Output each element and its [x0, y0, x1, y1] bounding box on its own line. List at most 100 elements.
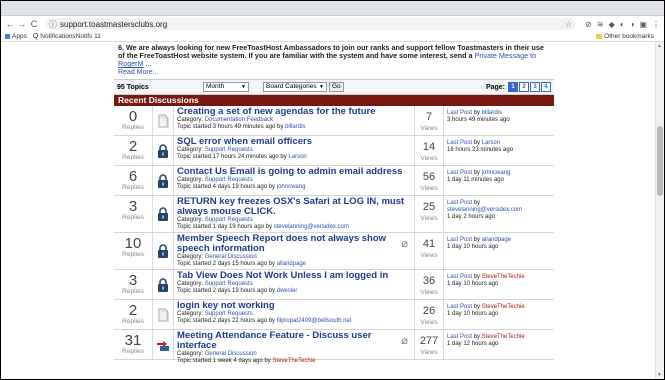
period-select[interactable]: Month ▼ [203, 82, 249, 92]
starter-link[interactable]: SteveTheTechie [272, 358, 315, 364]
views-cell: 7 Views [415, 106, 444, 135]
topic-title-link[interactable]: RETURN key freezes OSX's Safari at LOG I… [177, 197, 411, 217]
topic-title-link[interactable]: Contact Us Email is going to admin email… [177, 167, 411, 177]
private-message-link[interactable]: Private Message to [475, 51, 537, 60]
go-button[interactable]: Go [329, 82, 344, 92]
extension-icon[interactable]: ⊘ [585, 20, 592, 29]
last-poster-link[interactable]: SteveTheTechie [482, 274, 525, 280]
announcement-ellipsis: ... [145, 59, 152, 68]
forward-icon[interactable]: → [17, 19, 27, 29]
last-poster-link[interactable]: billardis [482, 110, 502, 116]
last-post-link[interactable]: Last Post [447, 334, 472, 340]
topic-row: 2 Replies login key not working Category: S… [114, 300, 554, 330]
other-bookmarks[interactable]: Other bookmarks [596, 33, 654, 40]
attachment-icon: ⌀ [401, 335, 408, 347]
starter-link[interactable]: johncwang [277, 184, 306, 190]
starter-link[interactable]: stevelanning@versidex.com [274, 224, 349, 230]
starter-link[interactable]: Larson [288, 154, 306, 160]
last-post-info: Last Post by stevelanning@versidex.com [447, 200, 551, 214]
url-text: support.toastmastersclubs.org [60, 19, 168, 29]
topic-category: Category: Support Requests [177, 311, 411, 318]
page-4-button[interactable]: 4 [541, 82, 551, 92]
topic-title-link[interactable]: Member Speech Report does not always sho… [177, 234, 411, 254]
starter-link[interactable]: billardis [285, 124, 305, 130]
extension-icon-2[interactable]: ≋ [597, 20, 604, 29]
last-poster-link[interactable]: stevelanning@versidex.com [447, 207, 522, 213]
last-poster-link[interactable]: SteveTheTechie [482, 334, 525, 340]
last-poster-link[interactable]: allandpage [482, 237, 511, 243]
last-post-time: 1 day 12 hours ago [447, 341, 499, 347]
bookmark-notifications[interactable]: Q NotificationsNotifs 11 [33, 33, 101, 40]
topic-title-link[interactable]: SQL error when email officers [177, 137, 411, 147]
extension-icon-3[interactable]: ◆ [609, 20, 615, 29]
category-link[interactable]: Documentation Feedback [205, 117, 273, 123]
views-cell: 26 Views [415, 300, 444, 329]
started-text: Topic started 1 day 19 hours ago by [177, 224, 273, 230]
bookmark-label: Apps [12, 33, 27, 40]
back-icon[interactable]: ← [5, 19, 15, 29]
replies-label: Replies [122, 251, 144, 258]
last-post-cell: Last Post by stevelanning@versidex.com 1 … [444, 196, 554, 232]
extension-icon-5[interactable]: ◑ [630, 20, 635, 29]
last-post-link[interactable]: Last Post [447, 304, 472, 310]
bookmark-apps[interactable]: Apps [5, 33, 27, 40]
by-label: by [473, 200, 481, 206]
starter-link[interactable]: filpropat2409@bellsouth.net [277, 318, 352, 324]
last-poster-link[interactable]: johncwang [482, 170, 511, 176]
reload-icon[interactable]: C [29, 19, 39, 29]
info-icon[interactable]: ⓘ [49, 19, 57, 30]
topic-row: 2 Replies SQL error when email officers Cat… [114, 136, 554, 166]
last-post-link[interactable]: Last Post [447, 200, 472, 206]
replies-cell: 10 Replies [114, 233, 153, 269]
last-poster-link[interactable]: SteveTheTechie [482, 304, 525, 310]
scrollbar-thumb[interactable] [657, 126, 663, 196]
category-link[interactable]: General Discussion [205, 351, 257, 357]
scroll-down-icon[interactable]: ▼ [657, 372, 662, 378]
page-3-button[interactable]: 3 [530, 82, 540, 92]
category-link[interactable]: General Discussion [205, 254, 257, 260]
last-post-link[interactable]: Last Post [447, 110, 472, 116]
started-text: Topic started 2 days 15 hours ago by [177, 261, 276, 267]
views-count: 56 [422, 171, 436, 183]
views-count: 7 [425, 111, 433, 123]
category-link[interactable]: Support Requests [205, 217, 253, 223]
extension-icon-4[interactable]: ◐ [620, 20, 625, 29]
category-select[interactable]: Board Categories ▼ [263, 82, 327, 92]
starter-link[interactable]: dwesler [277, 288, 298, 294]
last-post-time: 1 day 10 hours ago [447, 281, 499, 287]
bookmark-star-icon[interactable]: ☆ [565, 20, 572, 29]
topic-row: 0 Replies Creating a set of new agendas fo… [114, 106, 554, 136]
extension-icon-6[interactable]: ▣ [639, 20, 647, 29]
last-post-link[interactable]: Last Post [447, 237, 472, 243]
topic-title-link[interactable]: Creating a set of new agendas for the fu… [177, 107, 411, 117]
last-post-link[interactable]: Last Post [447, 274, 472, 280]
views-count: 14 [422, 141, 436, 153]
last-poster-link[interactable]: Larson [482, 140, 500, 146]
category-link[interactable]: Support Requests [205, 177, 253, 183]
views-label: Views [420, 319, 438, 326]
menu-icon[interactable]: ⋮ [652, 20, 660, 29]
category-link[interactable]: Support Requests [205, 311, 253, 317]
topic-title-link[interactable]: Meeting Attendance Feature - Discuss use… [177, 331, 411, 351]
last-post-link[interactable]: Last Post [447, 170, 472, 176]
last-post-link[interactable]: Last Post [447, 140, 472, 146]
scroll-up-icon[interactable]: ▲ [657, 43, 662, 49]
replies-count: 10 [124, 235, 142, 252]
starter-link[interactable]: allandpage [277, 261, 306, 267]
started-text: Topic started 2 days 19 hours ago by [177, 288, 276, 294]
category-link[interactable]: Support Requests [205, 281, 253, 287]
category-link[interactable]: Support Requests [205, 147, 253, 153]
replies-count: 3 [128, 272, 138, 289]
page-scrollbar[interactable]: ▲ ▼ [655, 42, 664, 379]
read-more-link[interactable]: Read More... [114, 68, 554, 77]
address-bar[interactable]: ⓘ support.toastmastersclubs.org ☆ [45, 18, 577, 30]
topic-category: Category: Documentation Feedback [177, 117, 411, 124]
page-2-button[interactable]: 2 [519, 82, 529, 92]
replies-count: 0 [128, 108, 138, 125]
topic-title-link[interactable]: login key not working [177, 301, 411, 311]
topic-category: Category: Support Requests [177, 281, 411, 288]
rogerm-link[interactable]: RogerM [118, 59, 144, 68]
topic-title-link[interactable]: Tab View Does Not Work Unless I am logge… [177, 271, 411, 281]
page-1-button[interactable]: 1 [508, 82, 518, 92]
attachment-icon: ⌀ [401, 238, 408, 250]
